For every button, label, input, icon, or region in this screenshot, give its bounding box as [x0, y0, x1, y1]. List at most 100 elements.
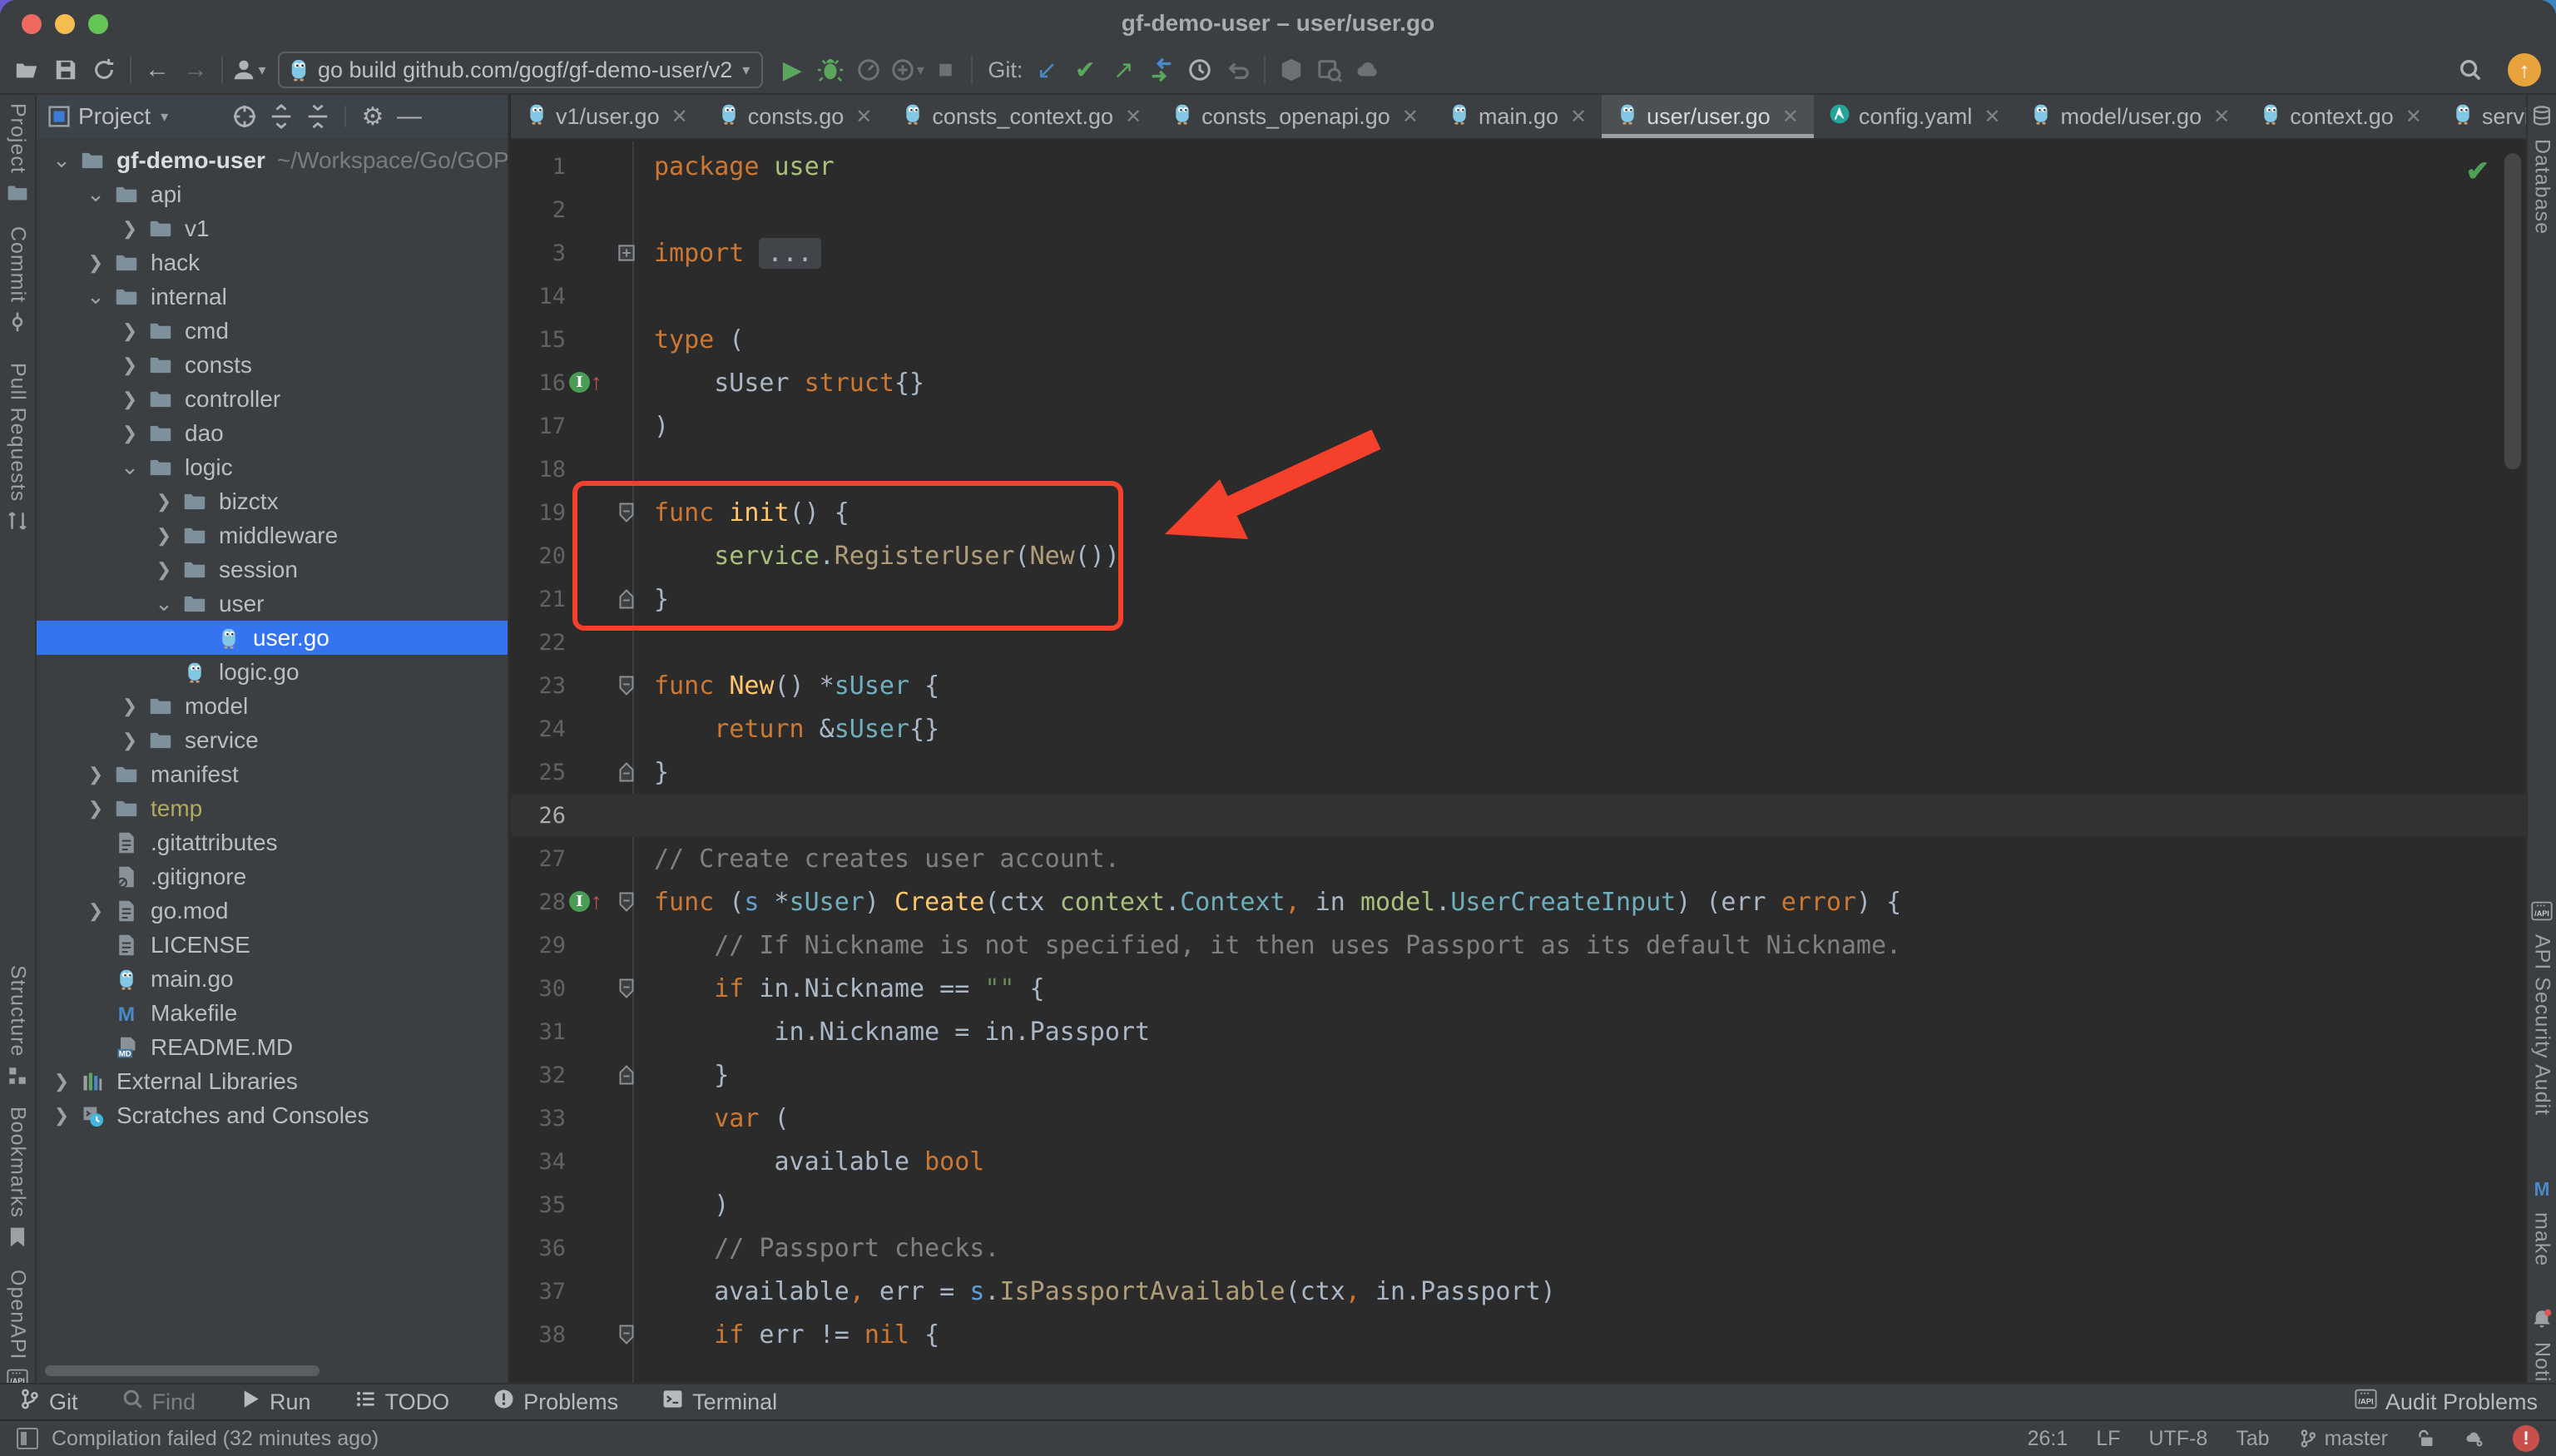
tab-v1-user.go[interactable]: v1/user.go✕ — [511, 95, 703, 138]
fold-plus-icon[interactable] — [617, 243, 636, 263]
toolwindow-button-todo[interactable]: TODO — [354, 1388, 450, 1416]
chevron-right-icon[interactable]: ❯ — [113, 730, 146, 751]
lock-icon[interactable] — [2416, 1429, 2436, 1449]
toolwindow-button-run[interactable]: Run — [239, 1388, 311, 1416]
chevron-right-icon[interactable]: ❯ — [45, 1071, 78, 1092]
tab-consts.go[interactable]: consts.go✕ — [703, 95, 888, 138]
user-icon[interactable]: ▾ — [230, 52, 268, 88]
git-branch[interactable]: master — [2298, 1427, 2388, 1451]
tree-item-license[interactable]: LICENSE — [37, 928, 508, 962]
collapse-all-icon[interactable] — [301, 98, 334, 135]
close-icon[interactable]: ✕ — [1402, 105, 1419, 129]
toolwindow-button-find[interactable]: Find — [121, 1388, 196, 1416]
close-icon[interactable]: ✕ — [671, 105, 688, 129]
debug-icon[interactable] — [811, 52, 850, 88]
close-icon[interactable]: ✕ — [2405, 105, 2422, 129]
close-icon[interactable]: ✕ — [1984, 105, 2000, 129]
close-icon[interactable]: ✕ — [1125, 105, 1142, 129]
line-number[interactable]: 23 — [511, 673, 566, 699]
stripe-item-structure[interactable]: Structure — [0, 965, 35, 1091]
tree-item-hack[interactable]: ❯hack — [37, 245, 508, 280]
git-update-icon[interactable]: ↙ — [1028, 52, 1066, 88]
tree-item-v1[interactable]: ❯v1 — [37, 211, 508, 245]
chevron-down-icon[interactable]: ⌄ — [147, 591, 181, 617]
tree-item-main.go[interactable]: main.go — [37, 962, 508, 996]
chevron-down-icon[interactable]: ▾ — [161, 108, 168, 126]
line-number[interactable]: 36 — [511, 1236, 566, 1261]
chevron-down-icon[interactable]: ⌄ — [45, 147, 78, 173]
line-number[interactable]: 16 — [511, 370, 566, 396]
git-push-icon[interactable]: ↗ — [1104, 52, 1142, 88]
tree-item-.gitignore[interactable]: .gitignore — [37, 859, 508, 894]
line-number[interactable]: 29 — [511, 933, 566, 958]
chevron-right-icon[interactable]: ❯ — [147, 525, 181, 547]
sync-icon[interactable] — [85, 52, 123, 88]
chevron-down-icon[interactable]: ⌄ — [79, 181, 112, 207]
close-icon[interactable]: ✕ — [1782, 105, 1799, 129]
tree-item-api[interactable]: ⌄api — [37, 177, 508, 211]
git-merge-icon[interactable] — [1142, 52, 1181, 88]
cloud-settings-icon[interactable] — [2464, 1429, 2484, 1449]
git-commit-icon[interactable]: ✔ — [1066, 52, 1104, 88]
override-up-arrow-icon[interactable]: ↑ — [591, 890, 602, 913]
tree-item-dao[interactable]: ❯dao — [37, 416, 508, 450]
tree-item-consts[interactable]: ❯consts — [37, 348, 508, 382]
horizontal-scrollbar[interactable] — [45, 1365, 320, 1376]
tree-item-gf-demo-user[interactable]: ⌄gf-demo-user~/Workspace/Go/GOPA — [37, 143, 508, 177]
indent-style[interactable]: Tab — [2236, 1427, 2269, 1451]
line-number[interactable]: 18 — [511, 457, 566, 483]
toolwindow-button-audit-problems[interactable]: /APIAudit Problems — [2355, 1388, 2538, 1416]
chevron-right-icon[interactable]: ❯ — [113, 696, 146, 717]
chevron-right-icon[interactable]: ❯ — [147, 559, 181, 581]
caret-position[interactable]: 26:1 — [2028, 1427, 2068, 1451]
line-number[interactable]: 21 — [511, 587, 566, 612]
line-number[interactable]: 37 — [511, 1279, 566, 1305]
stripe-item-openapi[interactable]: OpenAPI/API — [0, 1270, 35, 1394]
stripe-item-bookmarks[interactable]: Bookmarks — [0, 1107, 35, 1252]
override-up-arrow-icon[interactable]: ↑ — [591, 371, 602, 394]
chevron-right-icon[interactable]: ❯ — [79, 900, 112, 922]
layout-icon[interactable] — [17, 1428, 38, 1449]
tab-consts-openapi.go[interactable]: consts_openapi.go✕ — [1157, 95, 1434, 138]
tree-item-user.go[interactable]: user.go — [37, 621, 508, 655]
implemented-marker-icon[interactable]: I — [569, 891, 590, 912]
tree-item-internal[interactable]: ⌄internal — [37, 280, 508, 314]
implemented-marker-icon[interactable]: I — [569, 372, 590, 393]
close-icon[interactable]: ✕ — [855, 105, 872, 129]
cloud-icon[interactable] — [1349, 52, 1387, 88]
coverage-icon[interactable]: ▾ — [888, 52, 926, 88]
line-number[interactable]: 34 — [511, 1149, 566, 1175]
tree-item-scratches-and-consoles[interactable]: ❯Scratches and Consoles — [37, 1098, 508, 1132]
tab-context.go[interactable]: context.go✕ — [2245, 95, 2437, 138]
toolwindow-button-terminal[interactable]: Terminal — [661, 1388, 777, 1416]
chevron-right-icon[interactable]: ❯ — [113, 218, 146, 240]
tree-item-external-libraries[interactable]: ❯External Libraries — [37, 1064, 508, 1098]
line-number[interactable]: 22 — [511, 630, 566, 656]
line-number[interactable]: 35 — [511, 1192, 566, 1218]
chevron-right-icon[interactable]: ❯ — [113, 354, 146, 376]
tab-config.yaml[interactable]: config.yaml✕ — [1814, 95, 2016, 138]
status-message[interactable]: Compilation failed (32 minutes ago) — [52, 1427, 379, 1451]
run-configuration-select[interactable]: go build github.com/gogf/gf-demo-user/v2… — [278, 52, 763, 88]
tree-item-makefile[interactable]: MMakefile — [37, 996, 508, 1030]
chevron-right-icon[interactable]: ❯ — [147, 491, 181, 513]
tree-item-bizctx[interactable]: ❯bizctx — [37, 484, 508, 518]
stripe-item-database[interactable]: Database — [2528, 105, 2556, 235]
tree-item-logic.go[interactable]: logic.go — [37, 655, 508, 689]
tab-user-user.go[interactable]: user/user.go✕ — [1602, 95, 1814, 138]
chevron-down-icon[interactable]: ⌄ — [113, 454, 146, 480]
line-number[interactable]: 30 — [511, 976, 566, 1002]
chevron-right-icon[interactable]: ❯ — [113, 423, 146, 444]
close-icon[interactable]: ✕ — [2213, 105, 2230, 129]
play-icon[interactable]: ▶ — [773, 52, 811, 88]
chevron-right-icon[interactable]: ❯ — [113, 389, 146, 410]
line-number[interactable]: 27 — [511, 846, 566, 872]
chevron-right-icon[interactable]: ❯ — [79, 764, 112, 785]
chevron-right-icon[interactable]: ❯ — [79, 798, 112, 820]
close-icon[interactable]: ✕ — [1570, 105, 1587, 129]
profiler-icon[interactable] — [850, 52, 888, 88]
history-icon[interactable] — [1181, 52, 1219, 88]
error-notification-badge[interactable]: ! — [2513, 1425, 2539, 1452]
tree-item-manifest[interactable]: ❯manifest — [37, 757, 508, 791]
back-icon[interactable]: ← — [138, 52, 176, 88]
